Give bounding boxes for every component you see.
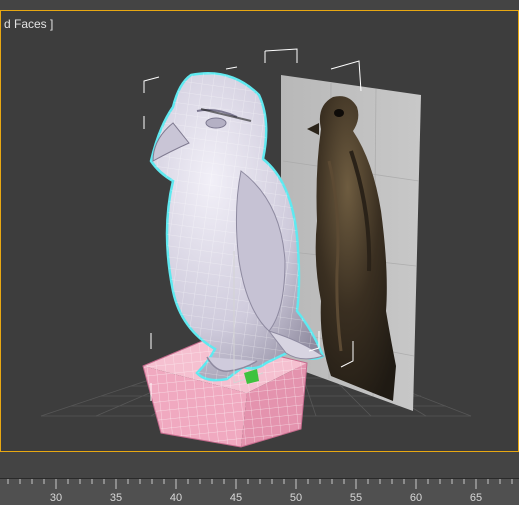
timeline-ruler[interactable]: 30 35 40 45 50 55 60 65 — [0, 478, 519, 505]
viewport-shading-label[interactable]: d Faces ] — [4, 17, 53, 31]
timeline-tick-label: 65 — [469, 492, 483, 504]
top-toolbar-strip — [0, 0, 519, 10]
timeline-ticks — [7, 479, 513, 489]
viewport-scene[interactable] — [1, 11, 519, 452]
perspective-viewport[interactable]: d Faces ] — [0, 10, 519, 452]
timeline-tick-label: 60 — [409, 492, 423, 504]
timeline-tick-label: 40 — [169, 492, 183, 504]
timeline-tick-label: 45 — [229, 492, 243, 504]
reference-image-plane — [281, 75, 421, 411]
timeline-tick-label: 55 — [349, 492, 363, 504]
viewport-bottom-bar — [0, 452, 519, 478]
timeline-tick-label: 30 — [49, 492, 63, 504]
timeline-tick-label: 35 — [109, 492, 123, 504]
timeline-tick-label: 50 — [289, 492, 303, 504]
